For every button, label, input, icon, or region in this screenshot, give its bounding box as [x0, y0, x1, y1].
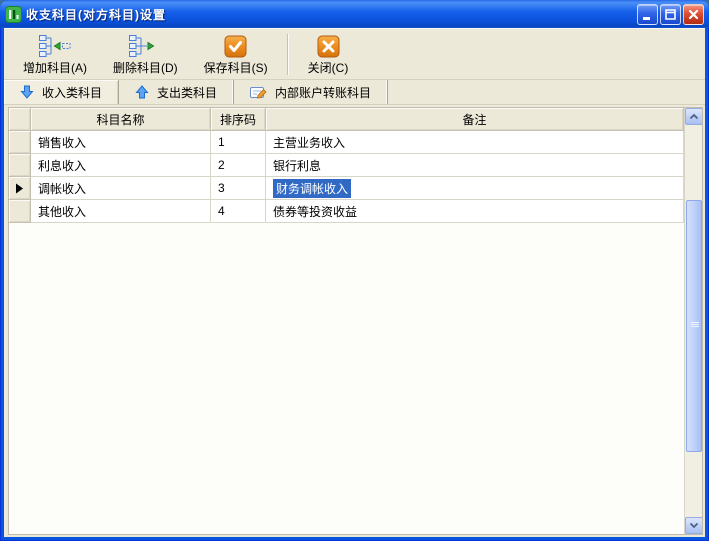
close-window-icon: [687, 8, 700, 21]
close-x-icon: [317, 34, 340, 58]
column-header-remark[interactable]: 备注: [266, 108, 684, 131]
row-selector[interactable]: [9, 154, 31, 177]
cell-name[interactable]: 调帐收入: [31, 177, 211, 200]
delete-subject-label: 删除科目(D): [113, 59, 178, 76]
maximize-button[interactable]: [660, 4, 681, 25]
cell-remark[interactable]: 主营业务收入: [266, 131, 684, 154]
toolbar-separator: [287, 34, 289, 75]
row-selector[interactable]: [9, 200, 31, 223]
row-selector-current[interactable]: [9, 177, 31, 200]
vertical-scrollbar[interactable]: [684, 108, 702, 534]
cell-remark[interactable]: 银行利息: [266, 154, 684, 177]
cell-remark-selected[interactable]: 财务调帐收入: [266, 177, 684, 200]
close-button[interactable]: [683, 4, 704, 25]
cell-sort-code[interactable]: 1: [211, 131, 266, 154]
save-subject-label: 保存科目(S): [204, 59, 268, 76]
cell-name[interactable]: 销售收入: [31, 131, 211, 154]
cell-name[interactable]: 利息收入: [31, 154, 211, 177]
add-subject-label: 增加科目(A): [23, 59, 87, 76]
toolbar: 增加科目(A) 删除科目(D): [4, 28, 705, 79]
scrollbar-thumb[interactable]: [686, 200, 702, 452]
window-content: 增加科目(A) 删除科目(D): [4, 28, 705, 537]
tab-expense-label: 支出类科目: [157, 84, 217, 101]
grid-table: 科目名称 排序码 备注 销售收入 1 主营业务收入 利息收入 2 银行利息 调帐…: [9, 108, 684, 223]
row-selector-header: [9, 108, 31, 131]
delete-subject-button[interactable]: 删除科目(D): [100, 30, 191, 79]
blue-down-arrow-icon: [20, 85, 34, 99]
current-row-indicator: [15, 183, 24, 194]
add-subject-button[interactable]: 增加科目(A): [10, 30, 100, 79]
cell-remark[interactable]: 债券等投资收益: [266, 200, 684, 223]
column-header-name[interactable]: 科目名称: [31, 108, 211, 131]
scroll-down-icon: [689, 522, 699, 529]
tab-income-label: 收入类科目: [42, 84, 102, 101]
tab-expense-subjects[interactable]: 支出类科目: [119, 80, 234, 104]
cell-sort-code[interactable]: 3: [211, 177, 266, 200]
app-window: 收支科目(对方科目)设置: [0, 0, 709, 541]
close-form-label: 关闭(C): [308, 59, 349, 76]
save-subject-button[interactable]: 保存科目(S): [191, 30, 281, 79]
cell-name[interactable]: 其他收入: [31, 200, 211, 223]
cell-sort-code[interactable]: 4: [211, 200, 266, 223]
delete-subject-icon: [129, 34, 161, 58]
cell-sort-code[interactable]: 2: [211, 154, 266, 177]
window-title: 收支科目(对方科目)设置: [26, 6, 637, 23]
scroll-down-button[interactable]: [685, 517, 703, 534]
add-subject-icon: [39, 34, 71, 58]
maximize-icon: [664, 8, 677, 21]
selected-cell-text: 财务调帐收入: [273, 179, 351, 198]
minimize-button[interactable]: [637, 4, 658, 25]
subjects-grid: 科目名称 排序码 备注 销售收入 1 主营业务收入 利息收入 2 银行利息 调帐…: [8, 107, 703, 535]
tab-internal-transfer-label: 内部账户转账科目: [275, 84, 371, 101]
save-check-icon: [224, 34, 247, 58]
scroll-up-icon: [689, 113, 699, 120]
row-selector[interactable]: [9, 131, 31, 154]
column-header-sort-code[interactable]: 排序码: [211, 108, 266, 131]
app-icon: [5, 6, 22, 23]
title-bar: 收支科目(对方科目)设置: [0, 0, 709, 28]
close-form-button[interactable]: 关闭(C): [295, 30, 362, 79]
blue-up-arrow-icon: [135, 85, 149, 99]
tab-bar: 收入类科目 支出类科目 内部账户转账科目: [4, 79, 705, 105]
transfer-note-icon: [250, 85, 267, 99]
tab-internal-transfer-subjects[interactable]: 内部账户转账科目: [234, 80, 388, 104]
scrollbar-grip: [691, 322, 699, 328]
tab-income-subjects[interactable]: 收入类科目: [4, 80, 119, 104]
scroll-up-button[interactable]: [685, 108, 703, 125]
minimize-icon: [641, 8, 654, 21]
